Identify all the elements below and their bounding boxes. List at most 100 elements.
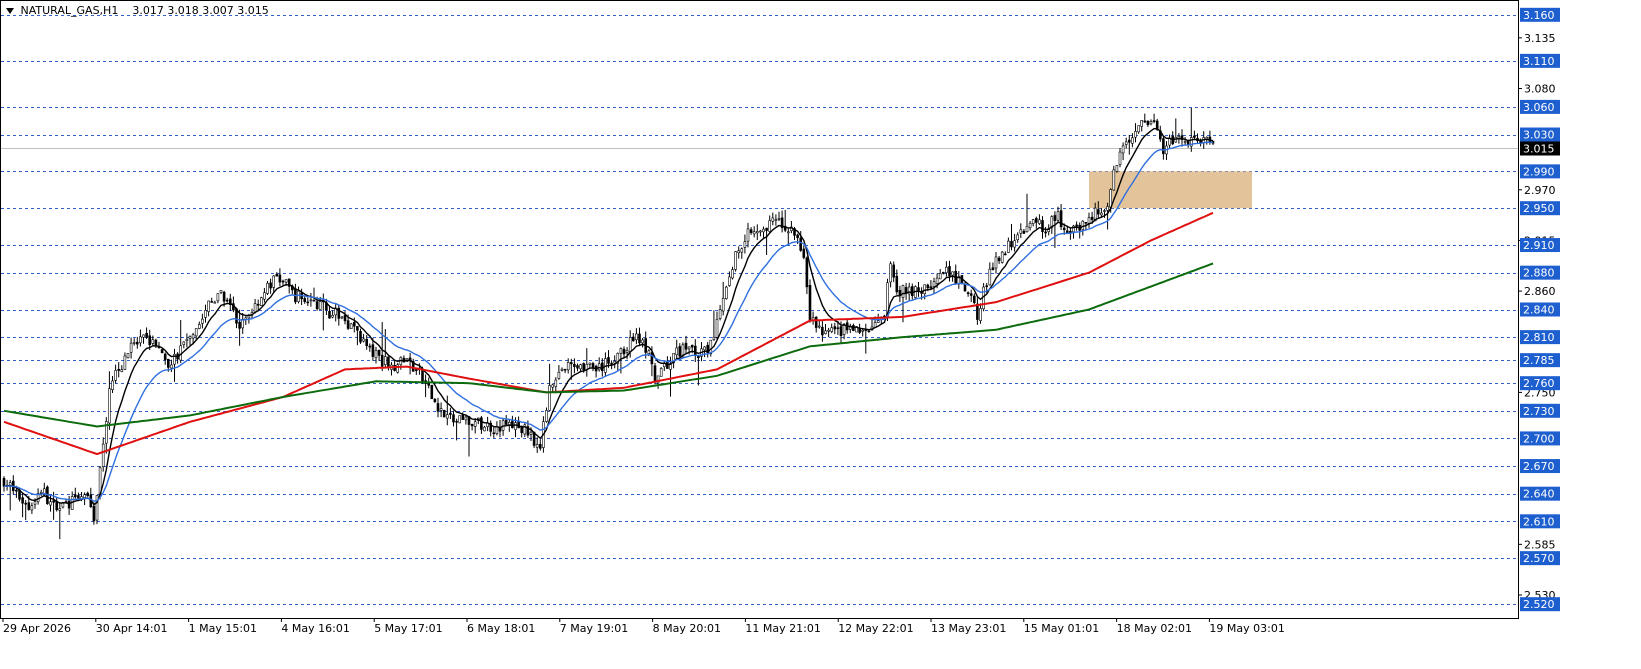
candle-body [1137, 125, 1140, 133]
level-label-8: 2.840 [1523, 304, 1555, 317]
candle-body [799, 237, 803, 251]
candle-body [185, 338, 189, 341]
candle-body [731, 269, 734, 279]
level-label-12: 2.730 [1523, 405, 1555, 418]
candle-body [163, 353, 167, 360]
candle-body [1100, 212, 1103, 216]
level-label-2: 3.060 [1523, 101, 1555, 114]
candle-body [136, 341, 139, 345]
candle-body [910, 286, 914, 296]
candle-body [1010, 240, 1013, 248]
candle-body [635, 333, 638, 341]
candle-body [821, 326, 824, 336]
y-tick-label-2: 2.970 [1524, 184, 1556, 197]
candle-body [201, 318, 204, 324]
candle-body [619, 348, 623, 354]
candle-body [52, 500, 55, 503]
candle-body [848, 326, 852, 330]
candle-body [1081, 220, 1085, 230]
candle-body [759, 230, 762, 233]
candle-body [1022, 230, 1026, 234]
x-tick-label-12: 18 May 02:01 [1117, 622, 1192, 635]
candle-body [1140, 120, 1143, 127]
candle-body [563, 368, 567, 371]
level-label-1: 3.110 [1523, 55, 1555, 68]
x-tick-label-0: 29 Apr 2026 [3, 622, 71, 635]
candle-body [33, 501, 37, 505]
candle-body [895, 275, 899, 293]
candle-body [216, 293, 220, 302]
candle-body [222, 291, 226, 302]
candle-body [569, 362, 573, 365]
candle-body [39, 491, 43, 494]
ma-line-2 [3, 211, 1214, 456]
candle-body [1013, 240, 1016, 248]
candle-body [108, 388, 111, 424]
level-label-4: 2.990 [1523, 165, 1555, 178]
candle-body [746, 228, 750, 242]
candle-body [194, 328, 198, 337]
candle-body [92, 505, 96, 522]
candle-body [1152, 120, 1156, 122]
candle-body [529, 431, 533, 435]
candle-body [377, 349, 381, 356]
candle-body [436, 403, 440, 412]
chart-area[interactable]: 3.1353.0802.9702.9152.8602.7502.5852.530… [0, 0, 1641, 669]
candle-body [132, 342, 136, 344]
level-label-0: 3.160 [1523, 9, 1555, 22]
candle-body [808, 284, 812, 321]
candle-body [1066, 230, 1069, 234]
candle-body [659, 368, 663, 377]
candle-body [365, 338, 369, 347]
plot-frame [0, 0, 1519, 619]
candle-body [740, 248, 744, 253]
candle-body [278, 274, 282, 283]
x-tick-label-11: 15 May 01:01 [1024, 622, 1099, 635]
candle-body [690, 344, 694, 348]
x-tick-label-4: 5 May 17:01 [374, 622, 442, 635]
candle-body [755, 231, 759, 234]
candle-body [951, 271, 954, 276]
candle-body [935, 277, 939, 284]
candle-body [535, 444, 539, 448]
candle-body [281, 280, 285, 283]
dropdown-triangle-icon[interactable] [6, 8, 14, 14]
candle-body [765, 227, 768, 231]
candle-body [452, 414, 455, 423]
candle-body [1128, 139, 1131, 143]
candle-body [340, 316, 344, 319]
candle-body [449, 412, 452, 415]
candle-body [901, 285, 905, 298]
candle-body [297, 290, 300, 302]
candle-body [483, 426, 486, 432]
candle-body [945, 266, 948, 273]
candle-body [579, 364, 582, 370]
candle-body [718, 309, 722, 319]
symbol-info: NATURAL_GAS,H1 3.017 3.018 3.007 3.015 [6, 4, 269, 17]
candle-body [346, 320, 350, 329]
candle-body [573, 363, 576, 367]
ma-line-3 [3, 262, 1214, 428]
candle-body [514, 422, 517, 430]
candle-body [455, 420, 458, 423]
candle-body [1003, 253, 1007, 256]
candle-body [1028, 223, 1032, 228]
candle-body [253, 303, 257, 313]
candle-body [1149, 121, 1153, 125]
candle-body [458, 415, 462, 424]
candle-body [306, 301, 310, 304]
x-tick-label-3: 4 May 16:01 [281, 622, 349, 635]
candle-body [774, 219, 778, 221]
level-label-5: 2.950 [1523, 202, 1555, 215]
candle-body [331, 315, 334, 318]
candle-body [703, 346, 706, 351]
candle-body [588, 362, 592, 365]
candle-body [638, 333, 641, 344]
candle-body [979, 308, 982, 321]
candle-body [582, 363, 586, 371]
candle-body [1162, 138, 1165, 155]
candle-body [374, 350, 378, 359]
price-chart[interactable]: 3.1353.0802.9702.9152.8602.7502.5852.530… [0, 0, 1641, 669]
candle-body [312, 299, 316, 302]
candle-body [167, 358, 170, 368]
